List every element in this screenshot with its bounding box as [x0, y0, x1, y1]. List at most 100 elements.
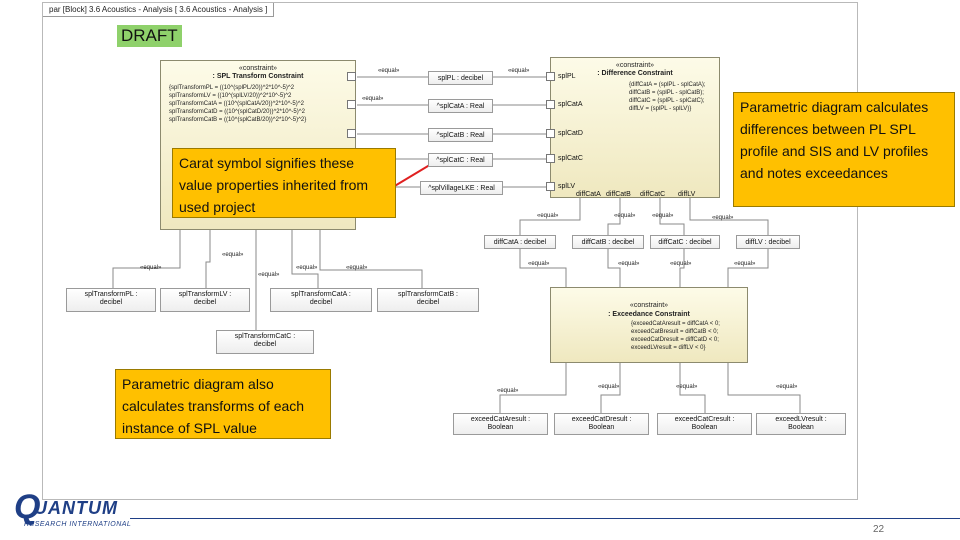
equal-label: «equal» — [614, 213, 636, 219]
constraint-port[interactable] — [546, 100, 555, 109]
constraint-equation: exceedLVresult = diffLV < 0} — [631, 345, 706, 351]
constraint-equation: diffCatC = (splPL - splCatC); — [629, 98, 705, 104]
equal-label: «equal» — [362, 96, 384, 102]
port-label: diffCatC — [640, 191, 666, 198]
equal-label: «equal» — [258, 272, 280, 278]
transform-property-lv[interactable]: splTransformLV : decibel — [160, 288, 250, 312]
equal-label: «equal» — [618, 261, 640, 267]
value-property-splCatA[interactable]: ^splCatA : Real — [428, 99, 493, 113]
logo-subtitle: RESEARCH INTERNATIONAL — [24, 521, 132, 528]
port-label: splCatC — [558, 155, 583, 162]
constraint-equation: {diffCatA = (splPL - splCatA); — [629, 82, 706, 88]
equal-label: «equal» — [140, 265, 162, 271]
constraint-port[interactable] — [546, 154, 555, 163]
property-type: Boolean — [588, 424, 615, 431]
property-name: splTransformCatA : — [291, 291, 351, 298]
property-name: splTransformCatB : — [397, 291, 459, 298]
property-type: decibel — [193, 299, 217, 306]
equal-label: «equal» — [652, 213, 674, 219]
equal-label: «equal» — [670, 261, 692, 267]
constraint-stereotype: «constraint» — [615, 62, 655, 69]
result-property-catA[interactable]: exceedCatAresult : Boolean — [453, 413, 548, 435]
constraint-equation: splTransformCatB = ((10^(splCatB/20))^2*… — [169, 117, 307, 123]
constraint-port[interactable] — [546, 129, 555, 138]
equal-label: «equal» — [222, 252, 244, 258]
value-property-splVillageLKE[interactable]: ^splVillageLKE : Real — [420, 181, 503, 195]
constraint-name: : SPL Transform Constraint — [212, 73, 304, 80]
port-label: splCatD — [558, 130, 583, 137]
equal-label: «equal» — [712, 215, 734, 221]
port-label: splPL — [558, 73, 576, 80]
port-label: diffCatB — [606, 191, 631, 198]
constraint-stereotype: «constraint» — [238, 65, 278, 72]
constraint-equation: splTransformLV = ((10^(splLV/20))^2*10^-… — [169, 93, 292, 99]
property-name: exceedLVresult : — [775, 416, 827, 423]
value-property-splCatC[interactable]: ^splCatC : Real — [428, 153, 493, 167]
constraint-equation: {exceedCatAresult = diffCatA < 0; — [631, 321, 720, 327]
equal-label: «equal» — [296, 265, 318, 271]
constraint-equation: diffLV = (splPL - splLV)} — [629, 106, 692, 112]
constraint-equation: splTransformCatD = ((10^(splCatD/20))^2*… — [169, 109, 305, 115]
property-type: Boolean — [691, 424, 718, 431]
port-label: diffLV — [678, 191, 696, 198]
constraint-port[interactable] — [546, 182, 555, 191]
value-property-splCatB[interactable]: ^splCatB : Real — [428, 128, 493, 142]
equal-label: «equal» — [346, 265, 368, 271]
constraint-equation: splTransformCatA = ((10^(splCatA/20))^2*… — [169, 101, 304, 107]
result-property-lv[interactable]: exceedLVresult : Boolean — [756, 413, 846, 435]
property-type: Boolean — [487, 424, 514, 431]
property-type: Boolean — [788, 424, 814, 431]
value-property-splPL[interactable]: splPL : decibel — [428, 71, 493, 85]
constraint-equation: {splTransformPL = ((10^(splPL/20))^2*10^… — [169, 85, 295, 91]
constraint-stereotype: «constraint» — [629, 302, 669, 309]
exceedance-constraint[interactable]: «constraint» : Exceedance Constraint {ex… — [550, 287, 748, 363]
equal-label: «equal» — [734, 261, 756, 267]
equal-label: «equal» — [598, 384, 620, 390]
constraint-equation: exceedCatBresult = diffCatB < 0; — [631, 329, 719, 335]
equal-label: «equal» — [528, 261, 550, 267]
result-property-catC[interactable]: exceedCatCresult : Boolean — [657, 413, 752, 435]
constraint-port[interactable] — [347, 100, 356, 109]
property-name: splTransformCatC : — [234, 333, 296, 340]
diff-property-catA[interactable]: diffCatA : decibel — [484, 235, 556, 249]
transform-property-catC[interactable]: splTransformCatC : decibel — [216, 330, 314, 354]
equal-label: «equal» — [508, 68, 530, 74]
property-name: exceedCatAresult : — [470, 416, 531, 423]
property-name: exceedCatCresult : — [674, 416, 735, 423]
callout-carat-symbol: Carat symbol signifies these value prope… — [172, 148, 396, 218]
callout-differences: Parametric diagram calculates difference… — [733, 92, 955, 207]
constraint-name: : Exceedance Constraint — [608, 311, 690, 318]
result-property-catD[interactable]: exceedCatDresult : Boolean — [554, 413, 649, 435]
property-name: splTransformPL : — [84, 291, 138, 298]
constraint-equation: exceedCatDresult = diffCatD < 0; — [631, 337, 719, 343]
property-type: decibel — [253, 341, 277, 348]
transform-property-catA[interactable]: splTransformCatA : decibel — [270, 288, 372, 312]
quantum-logo: Q UANTUM RESEARCH INTERNATIONAL — [14, 490, 131, 534]
equal-label: «equal» — [676, 384, 698, 390]
port-label: diffCatA — [576, 191, 601, 198]
constraint-port[interactable] — [546, 72, 555, 81]
property-name: exceedCatDresult : — [571, 416, 632, 423]
constraint-name: : Difference Constraint — [597, 70, 673, 77]
diff-property-catB[interactable]: diffCatB : decibel — [572, 235, 644, 249]
logo-name: UANTUM — [34, 498, 118, 518]
property-type: decibel — [309, 299, 333, 306]
diff-property-catC[interactable]: diffCatC : decibel — [650, 235, 720, 249]
equal-label: «equal» — [378, 68, 400, 74]
equal-label: «equal» — [776, 384, 798, 390]
port-label: splCatA — [558, 101, 583, 108]
property-name: splTransformLV : — [178, 291, 232, 298]
transform-property-catB[interactable]: splTransformCatB : decibel — [377, 288, 479, 312]
constraint-port[interactable] — [347, 129, 356, 138]
equal-label: «equal» — [497, 388, 519, 394]
constraint-equation: diffCatB = (splPL - splCatB); — [629, 90, 704, 96]
property-type: decibel — [99, 299, 123, 306]
constraint-port[interactable] — [347, 72, 356, 81]
transform-property-pl[interactable]: splTransformPL : decibel — [66, 288, 156, 312]
equal-label: «equal» — [537, 213, 559, 219]
page-number: 22 — [873, 524, 885, 535]
property-type: decibel — [416, 299, 440, 306]
diff-property-lv[interactable]: diffLV : decibel — [736, 235, 800, 249]
callout-transforms: Parametric diagram also calculates trans… — [115, 369, 331, 439]
port-label: splLV — [558, 183, 575, 190]
